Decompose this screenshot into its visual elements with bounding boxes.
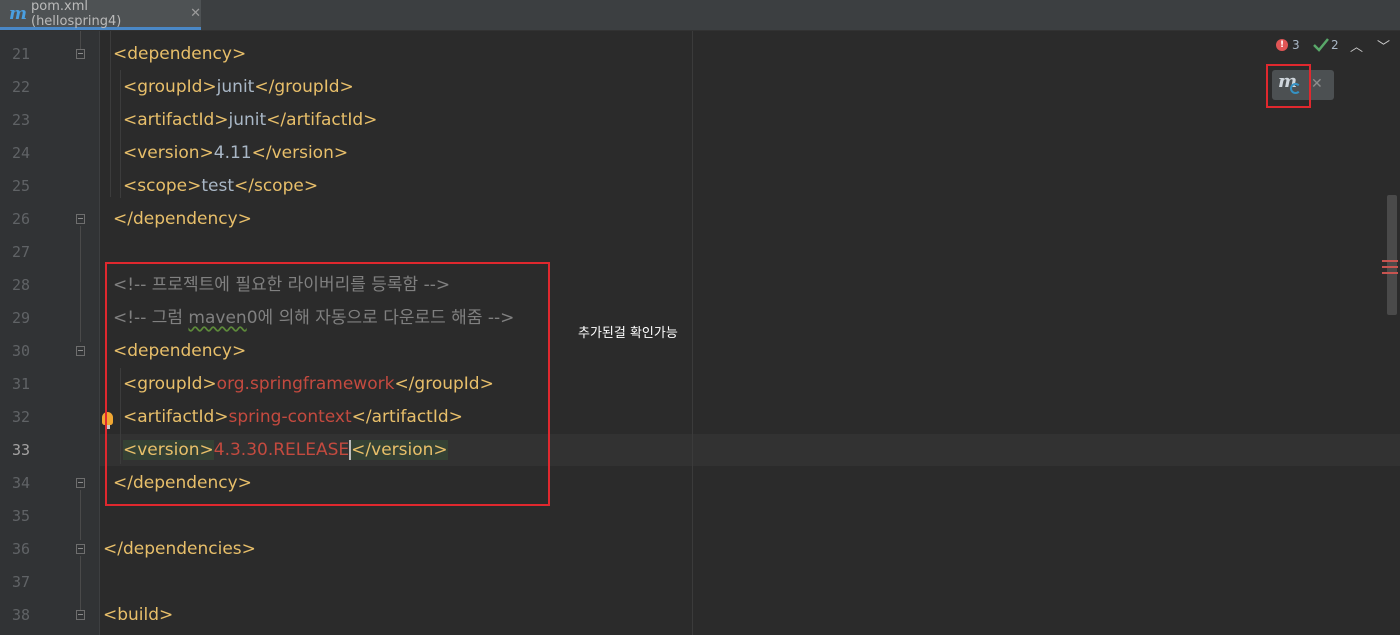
close-icon[interactable]: ✕ [190, 6, 201, 21]
code-line-36[interactable]: </dependencies> [103, 533, 256, 566]
line-number: 36 [11, 540, 30, 558]
line-number: 26 [11, 210, 30, 228]
line-number: 30 [11, 342, 30, 360]
tab-label: pom.xml (hellospring4) [31, 0, 122, 29]
xml-value: junit [228, 110, 267, 130]
error-count[interactable]: ! 3 [1276, 38, 1300, 52]
check-icon [1313, 38, 1329, 52]
line-number: 25 [11, 177, 30, 195]
error-stripe[interactable] [1382, 260, 1398, 262]
line-number: 29 [11, 309, 30, 327]
line-number: 23 [11, 111, 30, 129]
line-number: 31 [11, 375, 30, 393]
fold-icon[interactable] [76, 610, 85, 620]
fold-icon[interactable] [76, 346, 85, 356]
warning-count[interactable]: 2 [1313, 38, 1339, 52]
line-number: 34 [11, 474, 30, 492]
tab-pom-xml[interactable]: m pom.xml (hellospring4) ✕ [0, 0, 201, 30]
xml-value: 4.11 [213, 143, 252, 163]
code-line-25[interactable]: <scope>test</scope> [123, 170, 318, 203]
xml-tag: <version> [123, 143, 214, 163]
code-line-38[interactable]: <build> [103, 599, 173, 632]
close-icon[interactable]: ✕ [1311, 76, 1323, 92]
xml-tag: <artifactId> [123, 110, 229, 130]
chevron-up-icon[interactable]: ︿ [1350, 36, 1363, 55]
xml-tag: </dependencies> [103, 539, 256, 559]
line-number: 28 [11, 276, 30, 294]
code-line-22[interactable]: <groupId>junit</groupId> [123, 71, 354, 104]
chevron-down-icon[interactable]: ﹀ [1377, 36, 1390, 55]
editor-tab-bar: m pom.xml (hellospring4) ✕ [0, 0, 1400, 31]
xml-tag: </artifactId> [266, 110, 378, 130]
indent-guide [120, 70, 121, 198]
line-number-current: 33 [11, 441, 30, 459]
line-number: 27 [11, 243, 30, 261]
highlight-box [1266, 64, 1311, 108]
line-number: 24 [11, 144, 30, 162]
xml-tag: </scope> [234, 176, 319, 196]
line-number: 38 [11, 606, 30, 624]
highlight-box [105, 262, 550, 506]
fold-icon[interactable] [76, 478, 85, 488]
xml-tag: </version> [251, 143, 349, 163]
indent-guide [110, 31, 111, 197]
fold-guide [80, 226, 81, 342]
xml-value: junit [216, 77, 255, 97]
fold-guide [80, 556, 81, 610]
error-count-label: 3 [1292, 38, 1300, 52]
xml-tag: </dependency> [113, 209, 252, 229]
fold-icon[interactable] [76, 214, 85, 224]
gutter-divider [99, 31, 100, 635]
maven-icon: m [9, 3, 27, 24]
warning-count-label: 2 [1331, 38, 1339, 52]
line-number: 35 [11, 507, 30, 525]
xml-tag: <scope> [123, 176, 202, 196]
line-number: 22 [11, 78, 30, 96]
code-line-26[interactable]: </dependency> [113, 203, 252, 236]
error-stripe[interactable] [1382, 272, 1398, 274]
line-number: 32 [11, 408, 30, 426]
fold-guide [80, 490, 81, 540]
xml-value: test [201, 176, 234, 196]
line-number: 21 [11, 45, 30, 63]
code-line-21[interactable]: <dependency> [113, 38, 246, 71]
xml-tag: <groupId> [123, 77, 217, 97]
scrollbar-thumb[interactable] [1387, 195, 1397, 315]
fold-icon[interactable] [76, 544, 85, 554]
right-margin-guide [692, 31, 693, 635]
fold-icon[interactable] [76, 49, 85, 59]
code-line-24[interactable]: <version>4.11</version> [123, 137, 348, 170]
annotation-note: 추가된걸 확인가능 [578, 326, 678, 341]
code-line-23[interactable]: <artifactId>junit</artifactId> [123, 104, 377, 137]
line-number: 37 [11, 573, 30, 591]
xml-tag: <build> [103, 605, 174, 625]
error-stripe[interactable] [1382, 266, 1398, 268]
error-icon: ! [1276, 39, 1288, 51]
xml-tag: <dependency> [113, 44, 247, 64]
xml-tag: </groupId> [254, 77, 354, 97]
